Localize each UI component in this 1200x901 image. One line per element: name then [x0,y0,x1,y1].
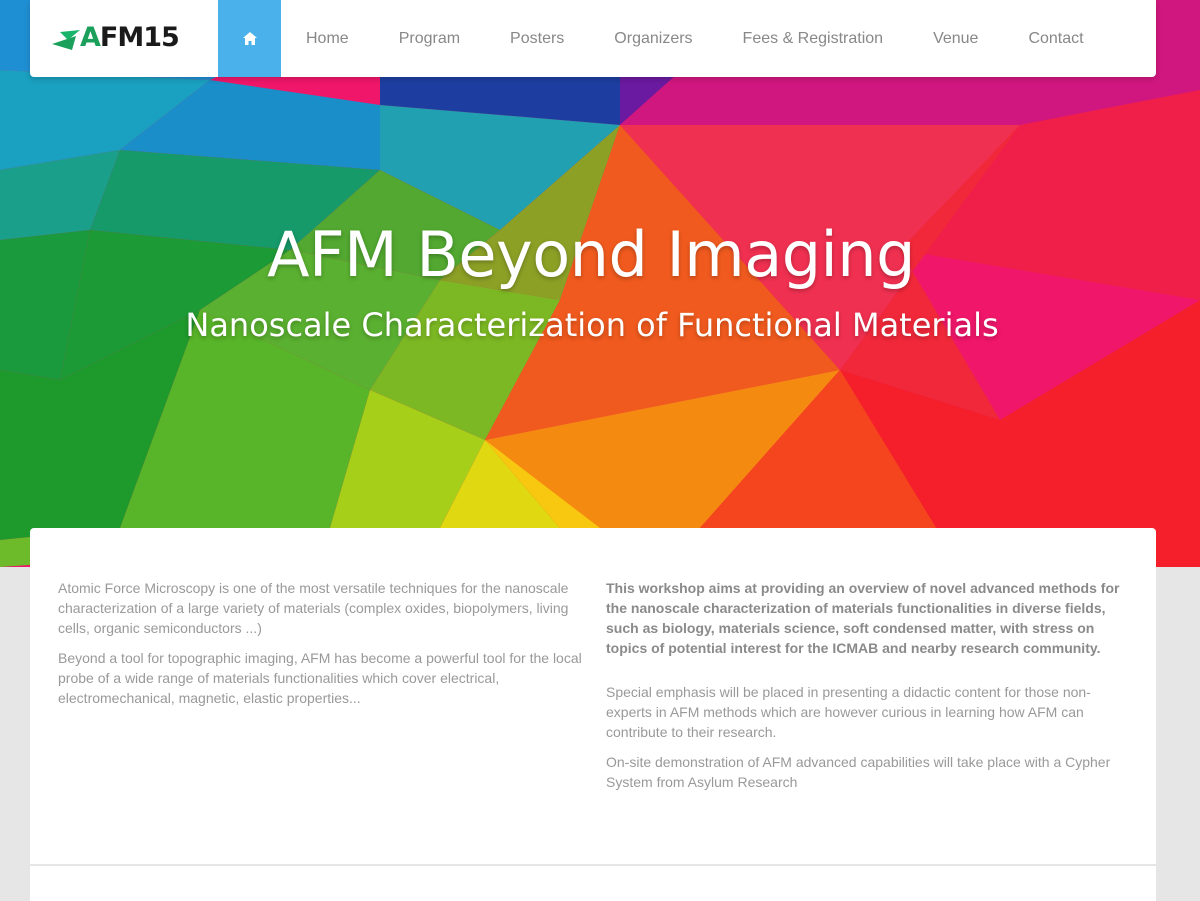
nav-item-contact[interactable]: Contact [1003,0,1108,77]
hero-title: AFM Beyond Imaging [267,218,915,291]
intro-left-column: Atomic Force Microscopy is one of the mo… [58,578,583,718]
hero-banner: AFM Beyond Imaging Nanoscale Characteriz… [0,0,1200,567]
home-icon [242,32,257,45]
intro-paragraph: Special emphasis will be placed in prese… [606,684,1091,740]
intro-paragraph: Beyond a tool for topographic imaging, A… [58,650,582,706]
next-section-card [30,865,1156,901]
nav-item-fees-registration[interactable]: Fees & Registration [718,0,909,77]
home-icon-button[interactable] [218,0,281,77]
intro-content-card: Atomic Force Microscopy is one of the mo… [30,528,1156,864]
nav-item-venue[interactable]: Venue [908,0,1003,77]
nav-item-posters[interactable]: Posters [485,0,589,77]
top-navbar: AFM15 Home Program Posters Organizers Fe… [30,0,1156,77]
nav-item-organizers[interactable]: Organizers [589,0,717,77]
workshop-aim-paragraph: This workshop aims at providing an overv… [606,580,1120,656]
nav-menu: Home Program Posters Organizers Fees & R… [281,0,1109,77]
nav-item-program[interactable]: Program [374,0,485,77]
intro-right-column: This workshop aims at providing an overv… [606,578,1131,802]
logo-letter-a: A [80,22,101,53]
intro-paragraph: On-site demonstration of AFM advanced ca… [606,754,1111,790]
hero-subtitle: Nanoscale Characterization of Functional… [185,306,999,344]
intro-paragraph: Atomic Force Microscopy is one of the mo… [58,580,569,636]
logo-text: AFM15 [80,20,180,56]
logo-letters-rest: FM15 [99,22,180,53]
nav-item-home[interactable]: Home [281,0,374,77]
site-logo[interactable]: AFM15 [50,20,190,56]
